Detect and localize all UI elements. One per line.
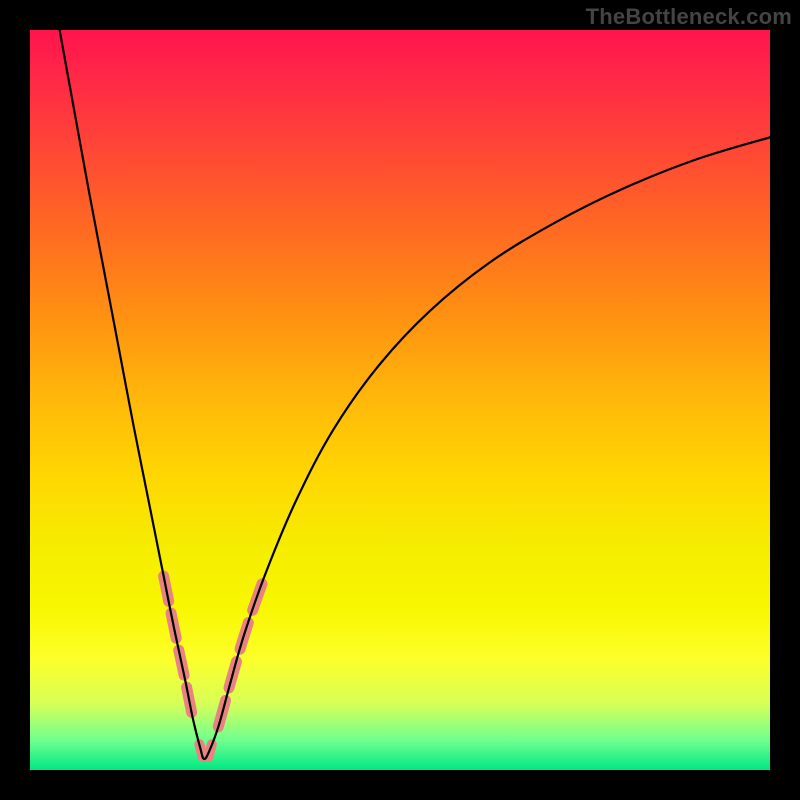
curve-svg [30, 30, 770, 770]
beads-group [164, 576, 262, 757]
watermark-text: TheBottleneck.com [586, 4, 792, 30]
chart-frame: TheBottleneck.com [0, 0, 800, 800]
bottleneck-curve [60, 30, 770, 759]
plot-area [30, 30, 770, 770]
